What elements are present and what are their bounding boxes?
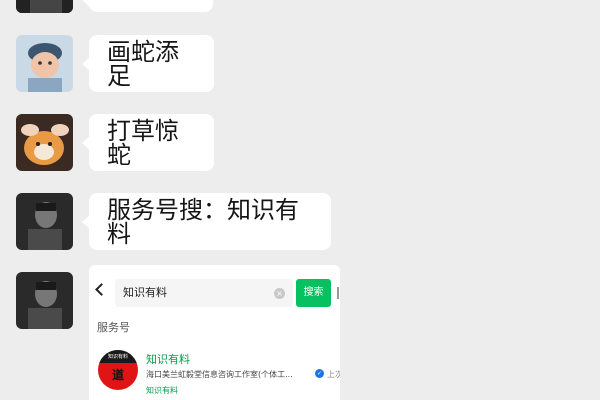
account-company: 海口美兰虹毅堂信息咨询工作室(个体工... <box>146 370 293 379</box>
logo-text: 知识有料 <box>98 350 138 363</box>
verified-icon: ✓ <box>315 369 324 378</box>
search-text: 知识有料 <box>123 286 167 299</box>
message-text: 服务号搜：知识有料 <box>107 195 299 248</box>
search-input[interactable]: 知识有料 × <box>115 279 293 307</box>
dark-man-avatar-image <box>16 193 73 250</box>
search-button[interactable]: 搜索 <box>296 279 331 307</box>
logo-char: 道 <box>111 368 124 382</box>
message-bubble[interactable]: 打草惊蛇 <box>82 114 214 171</box>
dark-man-avatar-image <box>16 0 73 13</box>
search-bar: 知识有料 × 搜索 <box>89 279 340 307</box>
account-logo[interactable]: 知识有料 道 <box>98 350 138 390</box>
avatar[interactable] <box>16 0 73 13</box>
more-icon[interactable] <box>337 287 339 299</box>
message-text: 画蛇添足 <box>107 37 179 90</box>
avatar[interactable] <box>16 272 73 329</box>
message-bubble[interactable]: 服务号搜：知识有料 <box>82 193 331 250</box>
account-sub: 知识有料 <box>146 386 178 395</box>
back-icon[interactable] <box>95 283 108 296</box>
account-extra: 上次 <box>327 370 340 379</box>
avatar[interactable] <box>16 114 73 171</box>
message-bubble[interactable] <box>82 0 213 12</box>
section-title: 服务号 <box>97 321 130 334</box>
cat-avatar-image <box>16 114 73 171</box>
baby-avatar-image <box>16 35 73 92</box>
dark-man-avatar-image <box>16 272 73 329</box>
message-bubble[interactable]: 画蛇添足 <box>82 35 214 92</box>
chat-window: 画蛇添足 打草惊蛇 服务号搜：知识有料 知识有料 × 搜索 服务号 知识有料 道… <box>0 0 600 400</box>
avatar[interactable] <box>16 193 73 250</box>
avatar[interactable] <box>16 35 73 92</box>
screenshot-message[interactable]: 知识有料 × 搜索 服务号 知识有料 道 知识有料 海口美兰虹毅堂信息咨询工作室… <box>89 265 340 400</box>
clear-icon[interactable]: × <box>274 288 285 299</box>
account-name[interactable]: 知识有料 <box>146 351 190 367</box>
message-text: 打草惊蛇 <box>107 116 179 169</box>
